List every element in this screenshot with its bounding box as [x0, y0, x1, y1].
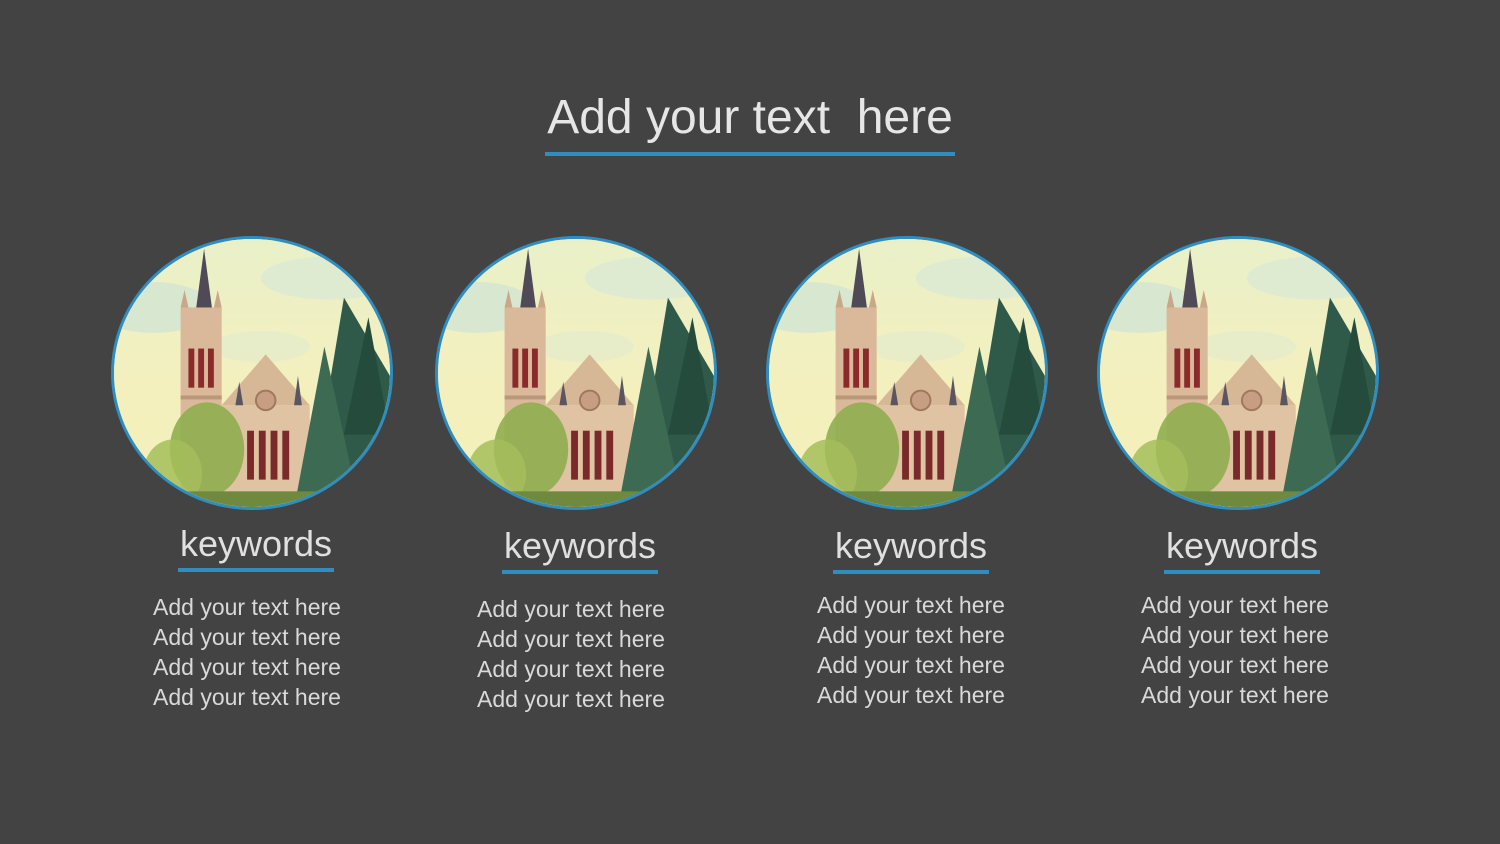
card-text-line: Add your text here	[153, 654, 341, 680]
card-text-line: Add your text here	[1141, 652, 1329, 678]
card-text-line: Add your text here	[817, 652, 1005, 678]
card-2: keywords Add your text here Add your tex…	[435, 236, 725, 714]
card-text-line: Add your text here	[153, 624, 341, 650]
card-body: Add your text here Add your text here Ad…	[93, 592, 401, 712]
card-keyword: keywords	[178, 524, 334, 572]
keyword-area: keywords	[766, 526, 1056, 574]
keyword-area: keywords	[435, 526, 725, 574]
card-text-line: Add your text here	[1141, 622, 1329, 648]
slide-title: Add your text here	[545, 86, 955, 156]
church-photo-icon	[114, 239, 390, 507]
card-keyword: keywords	[833, 526, 989, 574]
card-image	[1097, 236, 1379, 510]
church-photo-icon	[438, 239, 714, 507]
card-text-line: Add your text here	[817, 622, 1005, 648]
card-body: Add your text here Add your text here Ad…	[1083, 590, 1387, 710]
card-text-line: Add your text here	[153, 594, 341, 620]
keyword-area: keywords	[111, 524, 401, 572]
card-text-line: Add your text here	[1141, 682, 1329, 708]
title-area: Add your text here	[0, 86, 1500, 156]
card-text-line: Add your text here	[817, 682, 1005, 708]
card-keyword: keywords	[502, 526, 658, 574]
card-text-line: Add your text here	[817, 592, 1005, 618]
card-keyword: keywords	[1164, 526, 1320, 574]
card-image	[435, 236, 717, 510]
card-1: keywords Add your text here Add your tex…	[111, 236, 401, 712]
card-text-line: Add your text here	[477, 686, 665, 712]
keyword-area: keywords	[1097, 526, 1387, 574]
card-body: Add your text here Add your text here Ad…	[417, 594, 725, 714]
card-text-line: Add your text here	[477, 656, 665, 682]
card-text-line: Add your text here	[1141, 592, 1329, 618]
card-4: keywords Add your text here Add your tex…	[1097, 236, 1387, 710]
card-image	[766, 236, 1048, 510]
card-body: Add your text here Add your text here Ad…	[766, 590, 1056, 710]
card-text-line: Add your text here	[477, 626, 665, 652]
card-image	[111, 236, 393, 510]
church-photo-icon	[769, 239, 1045, 507]
church-photo-icon	[1100, 239, 1376, 507]
card-text-line: Add your text here	[153, 684, 341, 710]
card-text-line: Add your text here	[477, 596, 665, 622]
card-3: keywords Add your text here Add your tex…	[766, 236, 1056, 710]
